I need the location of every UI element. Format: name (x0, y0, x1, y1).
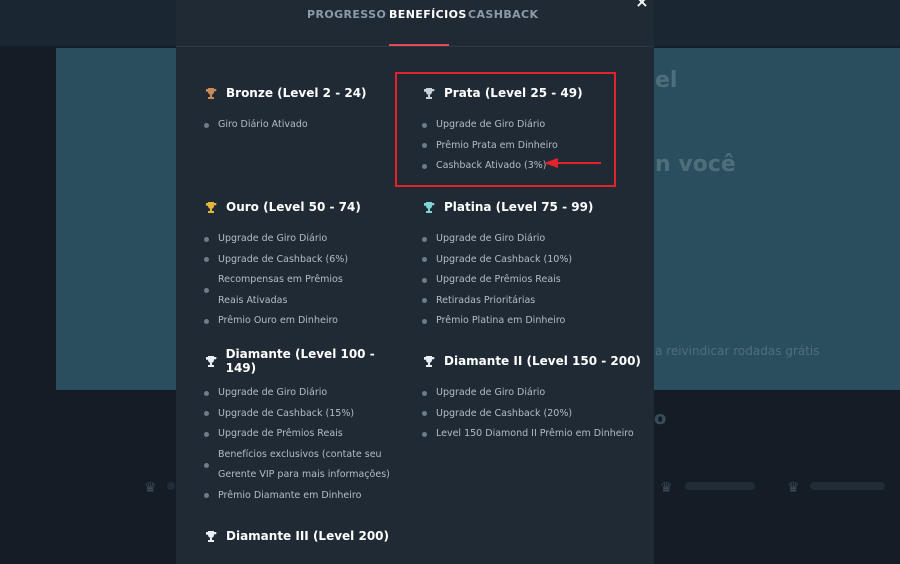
benefit-item: Prêmio Ouro em Dinheiro (204, 311, 404, 332)
benefit-item: Prêmio Diamante em Dinheiro (204, 486, 404, 507)
modal-tabs: PROGRESSO BENEFÍCIOS CASHBACK (176, 0, 654, 46)
benefit-item: Upgrade de Cashback (6%) (204, 250, 404, 271)
benefits-list: Upgrade de Giro Diário Upgrade de Cashba… (422, 383, 642, 445)
level-bronze: Bronze (Level 2 - 24) Giro Diário Ativad… (204, 85, 404, 136)
benefit-item: Upgrade de Giro Diário (204, 383, 404, 404)
benefits-list: Giro Diário Ativado (204, 115, 404, 136)
level-title: Bronze (Level 2 - 24) (226, 86, 367, 100)
trophy-bronze-icon (204, 86, 218, 100)
benefit-item: Upgrade de Cashback (10%) (422, 250, 622, 271)
background-heading: n você (655, 152, 736, 177)
close-button[interactable]: × (634, 0, 650, 10)
benefit-item: Giro Diário Ativado (204, 115, 404, 136)
benefit-item: Upgrade de Prêmios Reais (204, 424, 404, 445)
trophy-platinum-icon (422, 200, 436, 214)
background-placeholder (167, 482, 175, 490)
trophy-diamond-icon (422, 354, 436, 368)
crown-icon: ♛ (144, 480, 157, 496)
trophy-diamond-icon (204, 354, 218, 368)
crown-icon: ♛ (787, 480, 800, 496)
level-title: Diamante III (Level 200) (226, 529, 389, 543)
trophy-gold-icon (204, 200, 218, 214)
level-title: Diamante (Level 100 - 149) (225, 347, 375, 375)
benefit-item: Upgrade de Prêmios Reais (422, 270, 622, 291)
level-title: Ouro (Level 50 - 74) (226, 200, 361, 214)
benefit-item: Benefícios exclusivos (contate seu Geren… (204, 445, 394, 486)
background-heading: el (655, 68, 678, 93)
background-placeholder (685, 482, 755, 490)
tab-beneficios[interactable]: BENEFÍCIOS (389, 8, 466, 46)
background-subtext: a reivindicar rodadas grátis (655, 344, 820, 358)
level-title: Platina (Level 75 - 99) (444, 200, 594, 214)
benefit-item: Upgrade de Cashback (20%) (422, 404, 642, 425)
background-heading: o (654, 408, 667, 429)
level-diamante-ii: Diamante II (Level 150 - 200) Upgrade de… (422, 353, 642, 445)
level-platina: Platina (Level 75 - 99) Upgrade de Giro … (422, 199, 622, 332)
tab-progresso[interactable]: PROGRESSO (307, 8, 386, 46)
benefit-item: Upgrade de Giro Diário (422, 229, 622, 250)
level-diamante: Diamante (Level 100 - 149) Upgrade de Gi… (204, 347, 404, 506)
benefit-item: Upgrade de Giro Diário (422, 383, 642, 404)
tab-cashback[interactable]: CASHBACK (468, 8, 538, 46)
level-diamante-iii: Diamante III (Level 200) (204, 528, 404, 544)
benefit-item: Recompensas em Prêmios Reais Ativadas (204, 270, 369, 311)
benefit-item: Upgrade de Cashback (15%) (204, 404, 404, 425)
crown-icon: ♛ (660, 480, 673, 496)
trophy-diamond-icon (204, 529, 218, 543)
benefit-item: Prêmio Platina em Dinheiro (422, 311, 622, 332)
benefit-item: Upgrade de Giro Diário (204, 229, 404, 250)
background-placeholder (810, 482, 885, 490)
tabs-divider (176, 46, 654, 47)
benefits-list: Upgrade de Giro Diário Upgrade de Cashba… (204, 383, 404, 506)
benefits-list: Upgrade de Giro Diário Upgrade de Cashba… (422, 229, 622, 332)
annotation-arrow-icon (544, 158, 601, 168)
benefit-item: Retiradas Prioritárias (422, 291, 622, 312)
benefits-list: Upgrade de Giro Diário Upgrade de Cashba… (204, 229, 404, 332)
level-ouro: Ouro (Level 50 - 74) Upgrade de Giro Diá… (204, 199, 404, 332)
benefit-item: Level 150 Diamond II Prêmio em Dinheiro (422, 424, 642, 445)
level-title: Diamante II (Level 150 - 200) (444, 354, 641, 368)
